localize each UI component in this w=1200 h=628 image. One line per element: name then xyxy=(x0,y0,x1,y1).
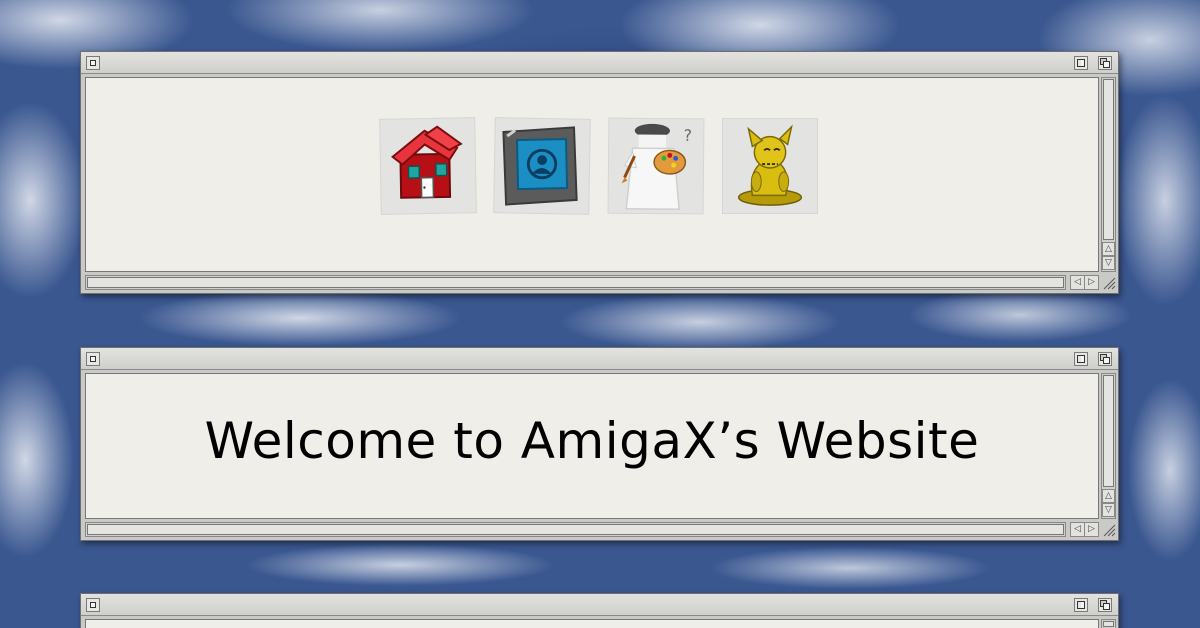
zoom-gadget-icon[interactable] xyxy=(1074,352,1088,366)
vertical-scroll-thumb[interactable] xyxy=(1103,621,1114,627)
vertical-scroll-thumb[interactable] xyxy=(1103,79,1114,240)
vertical-scrollbar[interactable]: △ ▽ xyxy=(1101,373,1116,519)
scroll-up-arrow-icon[interactable]: △ xyxy=(1102,242,1115,256)
scroll-down-arrow-icon[interactable]: ▽ xyxy=(1102,503,1115,517)
zoom-gadget-icon[interactable] xyxy=(1074,56,1088,70)
vertical-scrollbar[interactable] xyxy=(1101,619,1116,628)
art-icon[interactable]: ? xyxy=(607,117,705,215)
window-content xyxy=(85,619,1099,628)
window-content: Welcome to AmigaX’s Website xyxy=(85,373,1099,519)
nav-icon-row: ? xyxy=(86,117,1098,218)
scroll-left-arrow-icon[interactable]: ◁ xyxy=(1070,275,1085,290)
resize-grip-icon[interactable] xyxy=(1101,522,1116,537)
close-gadget-icon[interactable] xyxy=(86,56,100,70)
close-gadget-icon[interactable] xyxy=(86,352,100,366)
scroll-down-arrow-icon[interactable]: ▽ xyxy=(1102,256,1115,270)
resize-grip-icon[interactable] xyxy=(1101,275,1116,290)
photo-icon[interactable] xyxy=(493,117,591,215)
scroll-left-arrow-icon[interactable]: ◁ xyxy=(1070,522,1085,537)
svg-text:?: ? xyxy=(684,126,692,145)
horizontal-scroll-thumb[interactable] xyxy=(87,524,1064,535)
zoom-gadget-icon[interactable] xyxy=(1074,598,1088,612)
horizontal-scrollbar[interactable] xyxy=(85,522,1066,537)
window-titlebar[interactable] xyxy=(81,348,1118,370)
depth-gadget-icon[interactable] xyxy=(1098,56,1112,70)
depth-gadget-icon[interactable] xyxy=(1098,352,1112,366)
scroll-right-arrow-icon[interactable]: ▷ xyxy=(1084,275,1099,290)
horizontal-scrollbar[interactable] xyxy=(85,275,1066,290)
home-icon[interactable] xyxy=(379,117,477,215)
welcome-window: Welcome to AmigaX’s Website △ ▽ ◁ ▷ xyxy=(80,347,1119,541)
window-content: ? xyxy=(85,77,1099,272)
house-icon xyxy=(391,125,463,199)
painter-palette-icon: ? xyxy=(621,123,692,211)
trophy-icon[interactable] xyxy=(722,118,818,214)
close-gadget-icon[interactable] xyxy=(86,598,100,612)
third-window xyxy=(80,593,1119,628)
vertical-scroll-thumb[interactable] xyxy=(1103,375,1114,487)
depth-gadget-icon[interactable] xyxy=(1098,598,1112,612)
welcome-heading: Welcome to AmigaX’s Website xyxy=(204,412,980,470)
scroll-right-arrow-icon[interactable]: ▷ xyxy=(1084,522,1099,537)
gold-creature-statue-icon xyxy=(737,124,803,206)
scroll-up-arrow-icon[interactable]: △ xyxy=(1102,489,1115,503)
window-titlebar[interactable] xyxy=(81,594,1118,616)
horizontal-scroll-thumb[interactable] xyxy=(87,277,1064,288)
photo-frame-icon xyxy=(502,126,578,206)
vertical-scrollbar[interactable]: △ ▽ xyxy=(1101,77,1116,272)
icon-window: ? △ ▽ ◁ ▷ xyxy=(80,51,1119,294)
window-titlebar[interactable] xyxy=(81,52,1118,74)
